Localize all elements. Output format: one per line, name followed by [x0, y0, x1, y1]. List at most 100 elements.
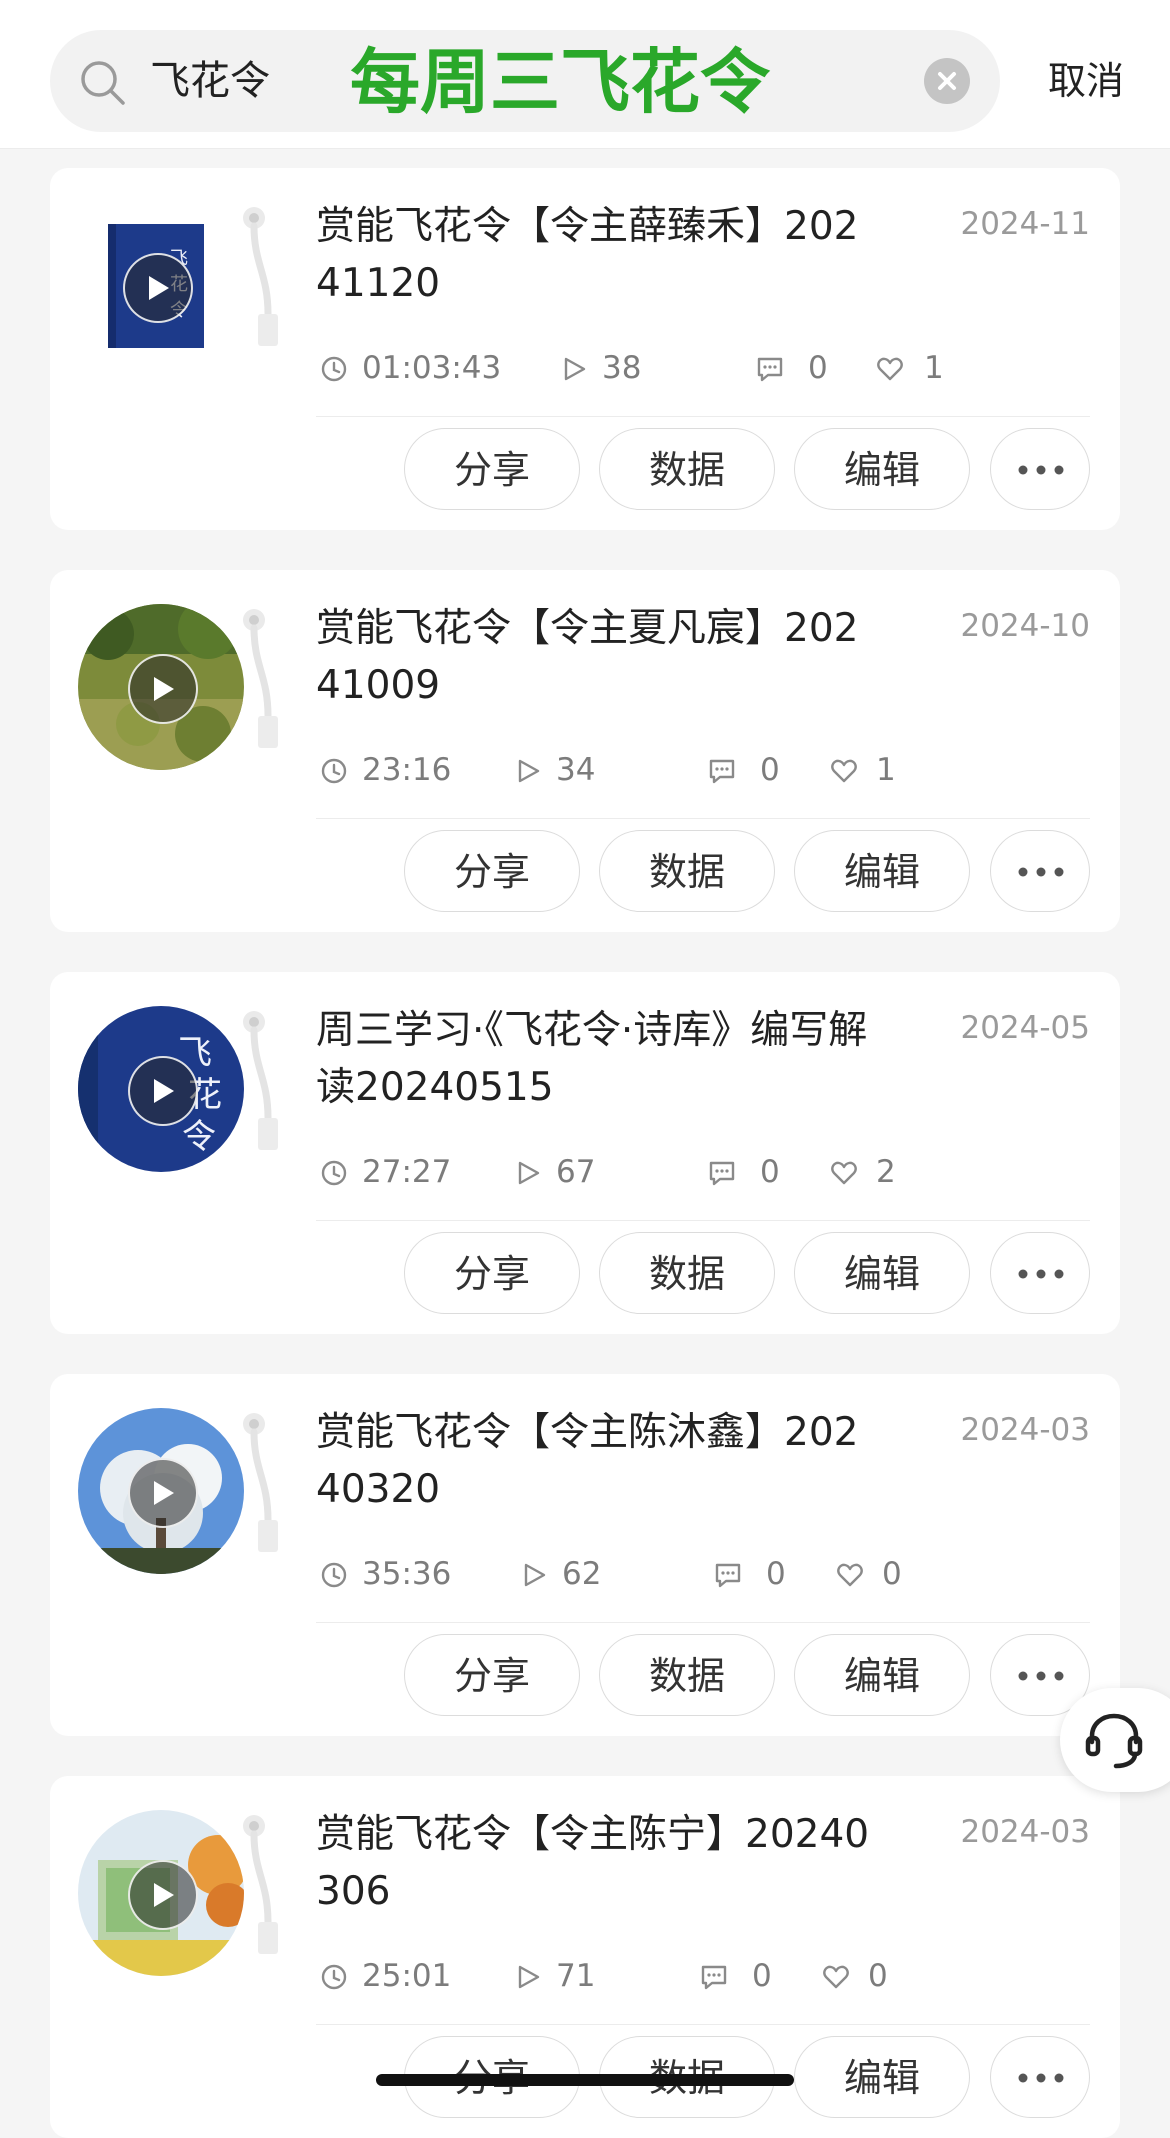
episode-title[interactable]: 赏能飞花令【令主薛臻禾】20241120	[316, 198, 876, 312]
cover-image[interactable]	[78, 604, 244, 770]
duration: 25:01	[362, 1958, 452, 1994]
divider	[316, 818, 1090, 819]
share-button[interactable]: 分享	[404, 428, 580, 510]
play-count-icon	[564, 357, 586, 381]
episode-date: 2024-11	[960, 206, 1090, 242]
customer-service-button[interactable]	[1060, 1688, 1170, 1792]
episode-stats: 23:16 34 0 1	[320, 748, 1080, 792]
overlay-caption: 每周三飞花令	[350, 41, 770, 123]
episode-title[interactable]: 赏能飞花令【令主陈宁】20240306	[316, 1806, 876, 1920]
like-count: 0	[868, 1958, 888, 1994]
clock-icon	[321, 1160, 347, 1186]
play-count: 38	[602, 350, 642, 386]
episode-title[interactable]: 赏能飞花令【令主陈沐鑫】20240320	[316, 1404, 876, 1518]
like-count: 1	[876, 752, 896, 788]
tonearm-icon	[243, 207, 278, 346]
search-query[interactable]: 飞花令	[150, 56, 270, 106]
clear-icon[interactable]	[924, 58, 970, 104]
duration: 01:03:43	[362, 350, 502, 386]
episode-stats: 25:01 71 0 0	[320, 1954, 1080, 1998]
tonearm-icon	[243, 1413, 278, 1552]
comment-count: 0	[766, 1556, 786, 1592]
more-dots-icon	[1018, 465, 1064, 475]
data-button[interactable]: 数据	[599, 1634, 775, 1716]
heart-icon	[831, 1161, 857, 1185]
more-button[interactable]	[990, 830, 1090, 912]
play-icon[interactable]	[123, 253, 193, 323]
comment-icon	[701, 1965, 727, 1990]
episode-date: 2024-05	[960, 1010, 1090, 1046]
more-button[interactable]	[990, 2036, 1090, 2118]
comment-count: 0	[752, 1958, 772, 1994]
headset-icon	[1085, 1713, 1143, 1769]
divider	[316, 1220, 1090, 1221]
play-icon[interactable]	[128, 1056, 198, 1126]
play-icon[interactable]	[128, 1860, 198, 1930]
list-item[interactable]: 飞 花 令 赏能飞花令【令主薛臻禾】20241120 2024-11 01:03…	[50, 168, 1120, 530]
heart-icon	[823, 1965, 849, 1989]
search-header: 飞花令 每周三飞花令 取消	[0, 0, 1170, 149]
comment-icon	[709, 759, 735, 784]
tonearm-icon	[243, 1011, 278, 1150]
comment-count: 0	[808, 350, 828, 386]
edit-button[interactable]: 编辑	[794, 2036, 970, 2118]
play-count-icon	[524, 1563, 546, 1587]
episode-title[interactable]: 赏能飞花令【令主夏凡宸】20241009	[316, 600, 876, 714]
comment-icon	[709, 1161, 735, 1186]
more-dots-icon	[1018, 1671, 1064, 1681]
cancel-button[interactable]: 取消	[1048, 58, 1124, 104]
cover-image[interactable]	[78, 1810, 244, 1976]
more-button[interactable]	[990, 428, 1090, 510]
clock-icon	[321, 356, 347, 382]
edit-button[interactable]: 编辑	[794, 1232, 970, 1314]
episode-stats: 27:27 67 0 2	[320, 1150, 1080, 1194]
list-item[interactable]: 赏能飞花令【令主夏凡宸】20241009 2024-10 23:16 34 0 …	[50, 570, 1120, 932]
play-icon[interactable]	[128, 1458, 198, 1528]
cover-image[interactable]: 飞 花 令	[108, 224, 204, 348]
divider	[316, 2024, 1090, 2025]
episode-title[interactable]: 周三学习·《飞花令·诗库》编写解读20240515	[316, 1002, 876, 1116]
cover-image[interactable]	[78, 1408, 244, 1574]
episode-date: 2024-03	[960, 1412, 1090, 1448]
comment-icon	[715, 1563, 741, 1588]
share-button[interactable]: 分享	[404, 830, 580, 912]
play-count: 67	[556, 1154, 596, 1190]
svg-text:令: 令	[182, 1117, 216, 1157]
search-input[interactable]: 飞花令 每周三飞花令	[50, 30, 1000, 132]
tonearm-icon	[243, 1815, 278, 1954]
list-item[interactable]: 飞 花 令 周三学习·《飞花令·诗库》编写解读20240515 2024-05 …	[50, 972, 1120, 1334]
play-icon[interactable]	[128, 654, 198, 724]
play-count: 34	[556, 752, 596, 788]
comment-icon	[757, 357, 783, 382]
like-count: 1	[924, 350, 944, 386]
heart-icon	[831, 759, 857, 783]
edit-button[interactable]: 编辑	[794, 1634, 970, 1716]
share-button[interactable]: 分享	[404, 1232, 580, 1314]
clock-icon	[321, 1562, 347, 1588]
play-count-icon	[518, 1965, 540, 1989]
data-button[interactable]: 数据	[599, 830, 775, 912]
share-button[interactable]: 分享	[404, 1634, 580, 1716]
data-button[interactable]: 数据	[599, 1232, 775, 1314]
edit-button[interactable]: 编辑	[794, 428, 970, 510]
more-button[interactable]	[990, 1232, 1090, 1314]
episode-stats: 01:03:43 38 0 1	[320, 346, 1080, 390]
clock-icon	[321, 1964, 347, 1990]
divider	[316, 416, 1090, 417]
duration: 35:36	[362, 1556, 452, 1592]
like-count: 2	[876, 1154, 896, 1190]
search-icon	[81, 61, 125, 105]
play-count-icon	[518, 759, 540, 783]
play-count-icon	[518, 1161, 540, 1185]
home-indicator[interactable]	[376, 2074, 794, 2086]
duration: 23:16	[362, 752, 452, 788]
edit-button[interactable]: 编辑	[794, 830, 970, 912]
list-item[interactable]: 赏能飞花令【令主陈沐鑫】20240320 2024-03 35:36 62 0 …	[50, 1374, 1120, 1736]
heart-icon	[877, 357, 903, 381]
data-button[interactable]: 数据	[599, 428, 775, 510]
comment-count: 0	[760, 752, 780, 788]
play-count: 71	[556, 1958, 596, 1994]
divider	[316, 1622, 1090, 1623]
cover-image[interactable]: 飞 花 令	[78, 1006, 244, 1172]
duration: 27:27	[362, 1154, 452, 1190]
